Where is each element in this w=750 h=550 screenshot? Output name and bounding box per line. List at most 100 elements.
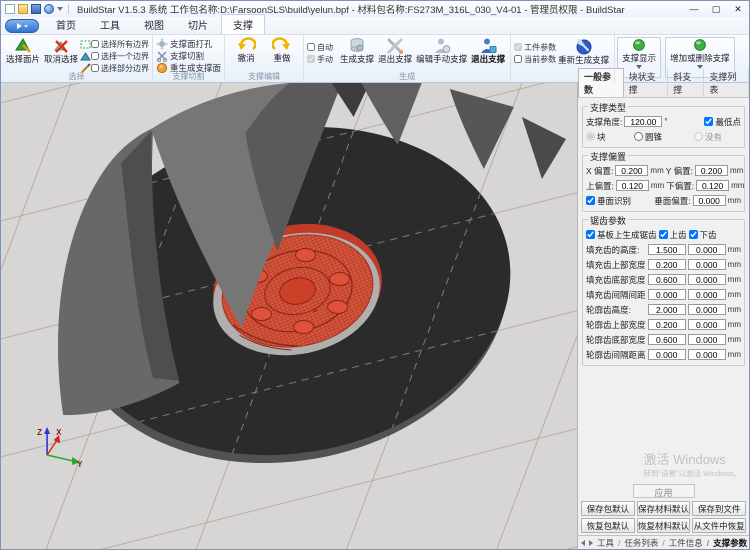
about-icon[interactable] bbox=[44, 4, 54, 14]
tab-block-support[interactable]: 块状支撑 bbox=[624, 69, 669, 97]
offset-y-input[interactable] bbox=[695, 165, 728, 176]
select-patch-button[interactable]: 选择面片 bbox=[4, 36, 42, 64]
fill-tooth-bottom-width-input-2[interactable] bbox=[688, 274, 726, 285]
fill-tooth-gap-input-2[interactable] bbox=[688, 289, 726, 300]
restore-package-default-button[interactable]: 恢复包默认 bbox=[581, 518, 635, 533]
contour-tooth-gap-input-2[interactable] bbox=[688, 349, 726, 360]
undo-button[interactable]: 撤消 bbox=[228, 36, 264, 63]
check-select-all-boundaries[interactable]: 选择所有边界 bbox=[91, 38, 149, 50]
qat-dropdown-icon[interactable] bbox=[57, 7, 63, 11]
save-material-default-button[interactable]: 保存材料默认 bbox=[637, 501, 691, 516]
contour-tooth-height-input[interactable] bbox=[648, 304, 686, 315]
undo-icon bbox=[236, 37, 256, 53]
tab-slice[interactable]: 切片 bbox=[177, 15, 219, 34]
edit-manual-support-button[interactable]: 编辑手动支撑 bbox=[414, 36, 469, 64]
strip-tab-support-params[interactable]: 支撑参数 bbox=[707, 537, 747, 549]
contour-tooth-height-input-2[interactable] bbox=[688, 304, 726, 315]
strip-scroll-right-icon[interactable] bbox=[589, 540, 593, 546]
check-lowest-point[interactable]: 最低点 bbox=[704, 114, 741, 129]
tab-support-list[interactable]: 支撑列表 bbox=[704, 69, 749, 97]
support-parameter-panel: 一般参数 块状支撑 斜支撑 支撑列表 支撑类型 支撑角度: ° 最低点 bbox=[577, 83, 749, 549]
strip-tab-task-list[interactable]: 任务列表 bbox=[618, 537, 658, 549]
punch-support-face-button[interactable]: 支撑面打孔 bbox=[156, 38, 221, 50]
check-vertical-face[interactable]: 垂面识别 bbox=[586, 193, 631, 208]
new-file-icon[interactable] bbox=[5, 4, 15, 14]
check-lower-teeth[interactable]: 下齿 bbox=[689, 227, 717, 242]
viewport-scene: Z X Y bbox=[1, 83, 577, 549]
group-label-cut: 支撑切割 bbox=[153, 71, 224, 82]
redo-button[interactable]: 重做 bbox=[264, 36, 300, 63]
check-piece-params[interactable]: 工件参数 bbox=[514, 41, 556, 53]
cut-support-button[interactable]: 支撑切割 bbox=[156, 50, 221, 62]
fill-tooth-bottom-width-input[interactable] bbox=[648, 274, 686, 285]
check-manual[interactable]: 手动 bbox=[307, 53, 333, 65]
apply-button[interactable]: 应用 bbox=[633, 484, 695, 498]
open-file-icon[interactable] bbox=[18, 4, 28, 14]
panel-body: 支撑类型 支撑角度: ° 最低点 块 圆锥 没有 bbox=[578, 98, 749, 535]
contour-tooth-bottom-width-input-2[interactable] bbox=[688, 334, 726, 345]
radio-cone[interactable]: 圆锥 bbox=[634, 129, 692, 144]
app-menu-dropdown-icon bbox=[24, 25, 28, 28]
contour-tooth-bottom-width-input[interactable] bbox=[648, 334, 686, 345]
select-patch-icon bbox=[14, 37, 32, 54]
impeller-part[interactable] bbox=[1, 83, 577, 549]
offset-up-input[interactable] bbox=[616, 180, 649, 191]
boundary-triangle-icon bbox=[80, 51, 91, 62]
strip-scroll-left-icon[interactable] bbox=[581, 540, 585, 546]
punch-icon bbox=[156, 38, 168, 50]
cancel-select-icon bbox=[52, 37, 70, 54]
vertical-face-offset-input[interactable] bbox=[693, 195, 726, 206]
check-sawtooth-on-plate[interactable]: 基板上生成锯齿 bbox=[586, 227, 657, 242]
contour-tooth-top-width-input[interactable] bbox=[648, 319, 686, 330]
cancel-select-button[interactable]: 取消选择 bbox=[42, 36, 80, 64]
restore-from-file-button[interactable]: 从文件中恢复 bbox=[692, 518, 746, 533]
app-logo-icon bbox=[17, 23, 22, 29]
tab-support[interactable]: 支撑 bbox=[221, 14, 265, 34]
check-auto[interactable]: 自动 bbox=[307, 41, 333, 53]
radio-none[interactable]: 没有 bbox=[694, 129, 722, 144]
ribbon-group-cut: 支撑面打孔 支撑切割 重生成支撑面 支撑切割 bbox=[153, 35, 225, 82]
fill-tooth-gap-input[interactable] bbox=[648, 289, 686, 300]
fill-tooth-height-input[interactable] bbox=[648, 244, 686, 255]
maximize-button[interactable]: ▢ bbox=[705, 2, 727, 17]
fill-tooth-top-width-input-2[interactable] bbox=[688, 259, 726, 270]
save-package-default-button[interactable]: 保存包默认 bbox=[581, 501, 635, 516]
exit-support-button[interactable]: 退出支撑 bbox=[376, 36, 414, 64]
check-current-params[interactable]: 当前参数 bbox=[514, 53, 556, 65]
exit-support-button-2[interactable]: 退出支撑 bbox=[469, 36, 507, 64]
offset-down-input[interactable] bbox=[696, 180, 729, 191]
regenerate-support-button[interactable]: 重新生成支撑 bbox=[556, 36, 611, 65]
check-upper-teeth[interactable]: 上齿 bbox=[659, 227, 687, 242]
tab-slant-support[interactable]: 斜支撑 bbox=[668, 69, 704, 97]
group-label-edit: 支撑编辑 bbox=[225, 71, 303, 82]
close-button[interactable]: ✕ bbox=[727, 2, 749, 17]
strip-tab-part-info[interactable]: 工件信息 bbox=[662, 537, 702, 549]
app-window: BuildStar V1.5.3 系统 工作包名称:D:\FarsoonSLS\… bbox=[0, 0, 750, 550]
fill-tooth-top-width-input[interactable] bbox=[648, 259, 686, 270]
radio-block[interactable]: 块 bbox=[586, 129, 632, 144]
save-to-file-button[interactable]: 保存到文件 bbox=[692, 501, 746, 516]
axis-y-label: Y bbox=[77, 460, 83, 469]
fill-tooth-height-input-2[interactable] bbox=[688, 244, 726, 255]
viewport-3d[interactable]: Z X Y bbox=[1, 83, 577, 549]
green-orb-icon-2 bbox=[692, 38, 708, 52]
ribbon-group-edit: 撤消 重做 支撑编辑 bbox=[225, 35, 304, 82]
minimize-button[interactable]: — bbox=[683, 2, 705, 17]
contour-tooth-top-width-input-2[interactable] bbox=[688, 319, 726, 330]
tab-view[interactable]: 视图 bbox=[133, 15, 175, 34]
tab-tools[interactable]: 工具 bbox=[89, 15, 131, 34]
save-icon[interactable] bbox=[31, 4, 41, 14]
offset-x-input[interactable] bbox=[615, 165, 648, 176]
check-select-one-boundary[interactable]: 选择一个边界 bbox=[91, 50, 149, 62]
docked-tab-strip: 工具 任务列表 工件信息 支撑参数 bbox=[578, 535, 749, 549]
contour-tooth-gap-input[interactable] bbox=[648, 349, 686, 360]
axis-triad: Z X Y bbox=[37, 427, 83, 469]
generate-support-button[interactable]: 生成支撑 bbox=[338, 36, 376, 64]
ribbon-group-select: 选择面片 取消选择 选择所有边界 选择一个边界 选择部分边界 选择 bbox=[1, 35, 153, 82]
app-menu-button[interactable] bbox=[5, 19, 39, 33]
strip-tab-tools[interactable]: 工具 bbox=[597, 537, 614, 549]
window-controls: — ▢ ✕ bbox=[683, 2, 749, 17]
support-angle-input[interactable] bbox=[624, 116, 662, 127]
restore-material-default-button[interactable]: 恢复材料默认 bbox=[637, 518, 691, 533]
tab-home[interactable]: 首页 bbox=[45, 15, 87, 34]
